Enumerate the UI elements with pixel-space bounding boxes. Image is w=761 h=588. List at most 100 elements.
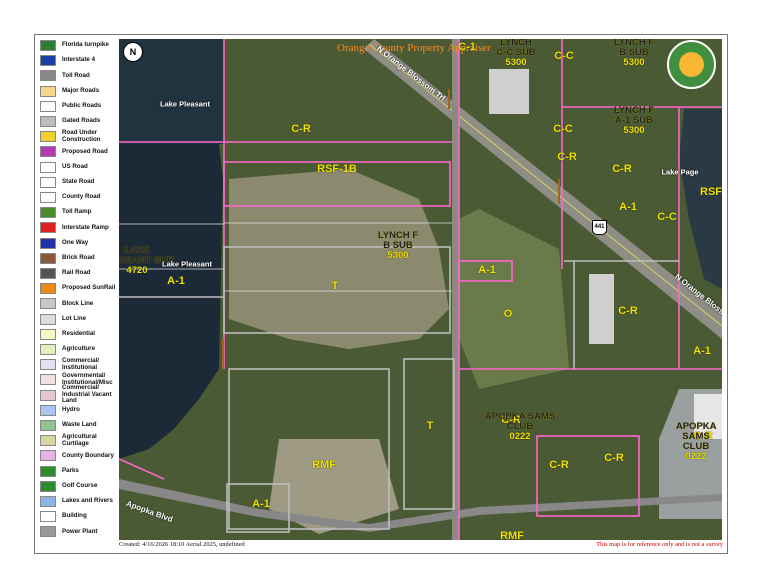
state-road-shield-icon	[40, 176, 56, 188]
legend-item: Interstate Ramp	[40, 221, 118, 234]
legend-item: Building	[40, 510, 118, 523]
legend-item-label: Proposed Road	[62, 147, 108, 155]
zoning-label: C-C	[553, 123, 573, 135]
subdivision-label: LYNCH F B SUB 5300	[613, 39, 655, 68]
zoning-label: C-C	[657, 211, 677, 223]
turnpike-shield-icon	[40, 40, 56, 51]
zoning-label: C-R	[618, 305, 638, 317]
subdivision-label: LYNCH C-C SUB 5300	[496, 39, 536, 68]
legend-item-label: Interstate 4	[62, 56, 96, 64]
zoning-label: A-1	[252, 498, 270, 510]
zoning-label: C-R	[604, 452, 624, 464]
legend-item-label: Agricultural Curtilage	[62, 433, 97, 447]
sunrail-icon	[40, 283, 56, 295]
legend-item-label: Proposed SunRail	[62, 284, 116, 292]
legend: Florida turnpike Interstate 4 Toll Road Maj…	[36, 36, 116, 541]
legend-item: County Boundary	[40, 449, 118, 462]
parks-tree-icon	[40, 465, 56, 477]
waste-land-swatch	[40, 420, 56, 431]
legend-item: Lakes and Rivers	[40, 495, 118, 508]
legend-item: Residential	[40, 328, 118, 341]
us-road-shield-icon	[40, 161, 56, 173]
legend-item-label: Rail Road	[62, 269, 91, 277]
legend-item: Public Roads	[40, 100, 118, 113]
golf-course-icon	[40, 480, 56, 492]
zoning-label: C-R	[557, 151, 577, 163]
legend-item: US Road	[40, 161, 118, 174]
toll-ramp-arrow-icon	[40, 207, 56, 219]
legend-item-label: Hydro	[62, 406, 80, 414]
hydro-swatch	[40, 404, 56, 416]
construction-icon	[40, 131, 56, 143]
legend-item-label: Waste Land	[62, 421, 97, 429]
interstate-ramp-arrow-icon	[40, 222, 56, 234]
water-label: Lake Page	[661, 167, 699, 177]
legend-item-label: Toll Road	[62, 71, 90, 79]
curtilage-swatch	[40, 435, 56, 447]
legend-item: Toll Ramp	[40, 206, 118, 219]
zoning-label: C-C	[554, 50, 574, 62]
legend-item: Brick Road	[40, 252, 118, 265]
toll-road-icon	[40, 70, 56, 82]
legend-item: One Way	[40, 237, 118, 250]
one-way-arrow-icon	[40, 237, 56, 249]
subdivision-label: LYNCH F A-1 SUB 5300	[613, 105, 655, 136]
water-label: Lake Pleasant	[159, 99, 211, 109]
legend-item-label: Residential	[62, 330, 96, 338]
commercial-swatch	[40, 359, 56, 371]
water-label: Lake Pleasant	[161, 259, 213, 269]
legend-item: Rail Road	[40, 267, 118, 280]
power-plant-icon	[40, 526, 56, 538]
zoning-label: T	[426, 420, 434, 432]
zoning-label: C-1	[458, 41, 476, 53]
lakes-icon	[40, 496, 56, 507]
legend-item: Florida turnpike	[40, 39, 118, 52]
created-timestamp: Created: 4/16/2026 18:10 Aerial 2025, un…	[119, 541, 245, 548]
legend-item: State Road	[40, 176, 118, 189]
legend-item-label: Power Plant	[62, 527, 98, 535]
county-boundary-icon	[40, 450, 56, 462]
legend-item-label: Building	[62, 512, 87, 520]
legend-item: Interstate 4	[40, 54, 118, 67]
legend-item: Toll Road	[40, 69, 118, 82]
lot-line-icon	[40, 313, 56, 325]
subdivision-label: LYNCH F B SUB 5300	[377, 230, 419, 261]
rail-road-icon	[40, 268, 56, 279]
legend-item: Golf Course	[40, 480, 118, 493]
disclaimer-text: This map is for reference only and is no…	[596, 541, 723, 548]
public-road-icon	[40, 100, 56, 112]
subdivision-label: APOPKA SAMS CLUB 0222	[675, 421, 717, 462]
legend-item: Proposed SunRail	[40, 282, 118, 295]
legend-item: Agricultural Curtilage	[40, 433, 118, 447]
major-road-icon	[40, 85, 56, 97]
zoning-label: A-1	[478, 264, 496, 276]
zoning-label: O	[503, 308, 513, 320]
zoning-label: T	[331, 280, 339, 292]
legend-item-label: State Road	[62, 178, 95, 186]
building-icon	[40, 511, 56, 523]
zoning-label: RMF	[312, 459, 336, 471]
legend-item-label: Block Line	[62, 299, 94, 307]
industrial-building	[589, 274, 614, 344]
north-arrow-icon: N	[123, 42, 143, 62]
legend-item-label: Interstate Ramp	[62, 223, 109, 231]
legend-item: County Road	[40, 191, 118, 204]
block-line-icon	[40, 298, 56, 310]
brick-road-icon	[40, 252, 56, 264]
aerial-map[interactable]: N Orange County Property Appraiser 441 C…	[119, 39, 722, 540]
legend-item: Waste Land	[40, 419, 118, 432]
legend-item: Block Line	[40, 297, 118, 310]
legend-item-label: US Road	[62, 162, 88, 170]
zoning-label: A-1	[693, 345, 711, 357]
legend-item-label: Agriculture	[62, 345, 96, 353]
legend-item-label: Brick Road	[62, 254, 95, 262]
legend-item: Gated Roads	[40, 115, 118, 128]
legend-item-label: Commercial/ Institutional	[62, 357, 100, 371]
legend-item-label: Florida turnpike	[62, 41, 109, 49]
legend-item: Major Roads	[40, 85, 118, 98]
legend-item: Commercial/ Industrial Vacant Land	[40, 385, 118, 404]
legend-item-label: Golf Course	[62, 482, 98, 490]
legend-item-label: Toll Ramp	[62, 208, 92, 216]
zoning-label: A-1	[619, 201, 637, 213]
zoning-label: C-R	[612, 163, 632, 175]
